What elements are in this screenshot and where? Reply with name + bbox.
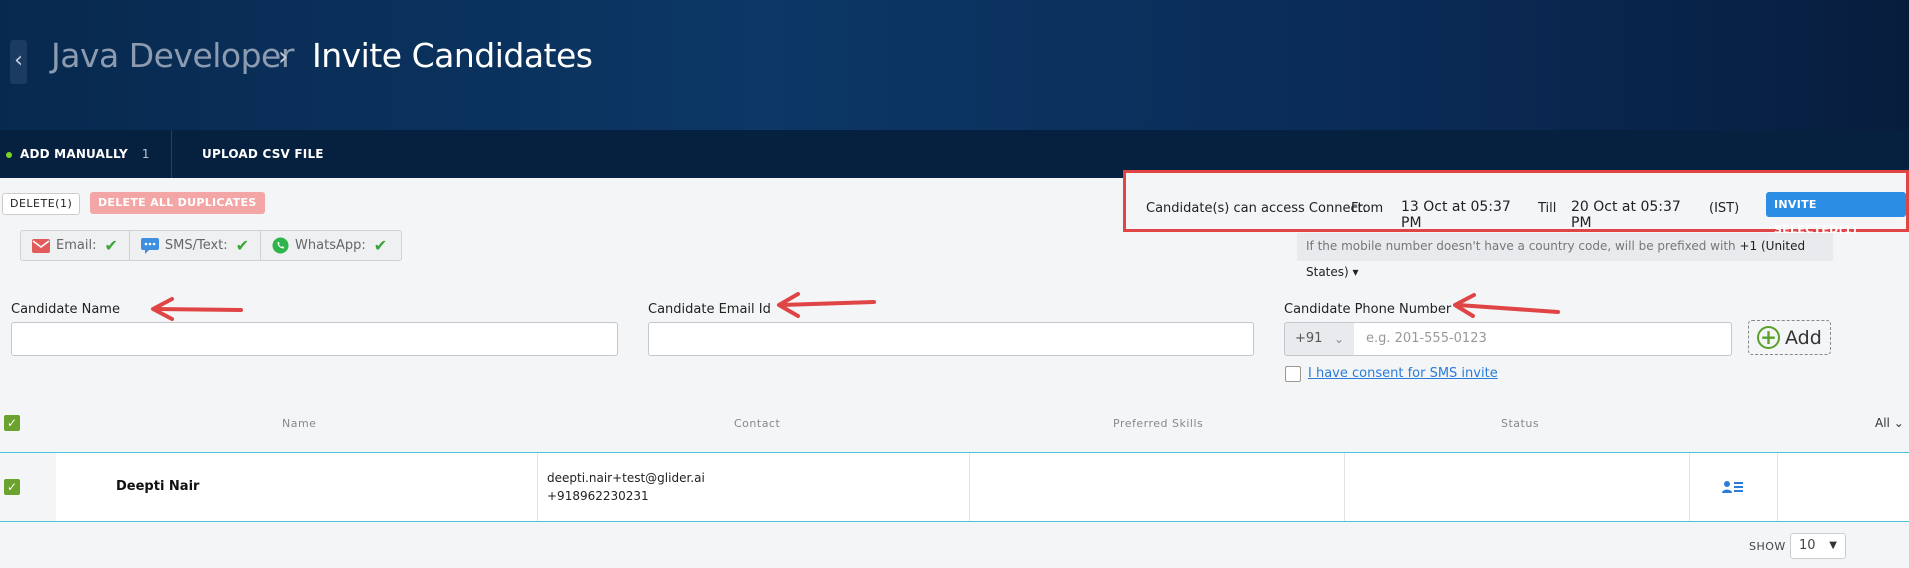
row-checkbox[interactable]: ✓	[4, 479, 20, 495]
annotation-arrow-icon	[777, 292, 876, 318]
chevron-down-icon: ⌄	[1893, 416, 1904, 430]
candidate-email-label: Candidate Email Id	[648, 302, 771, 317]
channel-whatsapp-label: WhatsApp:	[295, 238, 366, 253]
delete-all-duplicates-button[interactable]: DELETE ALL DUPLICATES	[90, 192, 265, 214]
country-code-value: +91	[1295, 331, 1323, 346]
country-code-select[interactable]: +91 ⌄	[1284, 322, 1355, 356]
country-prefix-note: If the mobile number doesn't have a coun…	[1297, 233, 1833, 279]
tab-add-manually-label: ADD MANUALLY	[20, 147, 128, 161]
candidate-phone-input[interactable]: e.g. 201-555-0123	[1354, 322, 1732, 356]
column-header-preferred-skills: Preferred Skills	[1113, 417, 1204, 430]
channel-whatsapp[interactable]: WhatsApp: ✔	[261, 231, 398, 260]
status-filter-dropdown[interactable]: All ⌄	[1875, 416, 1904, 430]
back-button[interactable]: ‹	[10, 40, 27, 84]
page-header: ‹ Java Developer › Invite Candidates	[0, 0, 1909, 130]
candidate-phone-label: Candidate Phone Number	[1284, 302, 1452, 317]
annotation-arrow-icon	[1453, 293, 1560, 318]
sms-consent-link[interactable]: I have consent for SMS invite	[1308, 366, 1498, 381]
column-divider	[969, 453, 970, 521]
access-window-panel: Candidate(s) can access Connect: From 13…	[1123, 170, 1909, 236]
column-divider	[537, 453, 538, 521]
candidate-email: deepti.nair+test@glider.ai	[547, 471, 705, 485]
table-row[interactable]: ✓ Deepti Nair deepti.nair+test@glider.ai…	[0, 452, 1909, 522]
channel-sms-label: SMS/Text:	[164, 238, 228, 253]
add-label: Add	[1785, 326, 1822, 349]
add-candidate-button[interactable]: + Add	[1748, 320, 1831, 355]
plus-icon: +	[1757, 326, 1780, 349]
sms-consent-checkbox[interactable]	[1285, 366, 1301, 382]
candidate-name: Deepti Nair	[116, 479, 200, 494]
check-icon: ✔	[373, 236, 388, 255]
tab-divider	[171, 130, 172, 178]
from-date-picker[interactable]: 13 Oct at 05:37 PM	[1401, 199, 1523, 234]
column-header-name[interactable]: Name	[282, 417, 316, 430]
breadcrumb-parent[interactable]: Java Developer	[51, 36, 294, 75]
check-icon: ✔	[235, 236, 250, 255]
page-title: Invite Candidates	[312, 36, 593, 75]
whatsapp-icon	[272, 237, 289, 254]
contact-card-icon[interactable]	[1722, 480, 1744, 494]
column-header-status: Status	[1501, 417, 1540, 430]
invite-selected-button[interactable]: INVITE SELECTED(1)	[1766, 192, 1906, 236]
candidate-name-label: Candidate Name	[11, 302, 120, 317]
channel-email[interactable]: Email: ✔	[21, 231, 130, 260]
tab-add-manually[interactable]: ADD MANUALLY 1	[6, 130, 150, 178]
annotation-arrow-icon	[151, 297, 243, 321]
country-prefix-text: If the mobile number doesn't have a coun…	[1306, 239, 1736, 253]
chevron-down-icon: ⌄	[1333, 332, 1344, 346]
column-divider	[1689, 453, 1690, 521]
till-date-picker[interactable]: 20 Oct at 05:37 PM	[1571, 199, 1695, 234]
candidate-email-input[interactable]	[648, 322, 1254, 356]
access-label: Candidate(s) can access Connect:	[1146, 201, 1368, 216]
tab-add-manually-count: 1	[141, 147, 150, 161]
status-filter-label: All	[1875, 416, 1890, 430]
breadcrumb-separator-icon: ›	[278, 42, 288, 72]
channel-toggles: Email: ✔ SMS/Text: ✔ WhatsApp: ✔	[20, 230, 402, 261]
email-icon	[32, 238, 50, 253]
tab-upload-csv[interactable]: UPLOAD CSV FILE	[202, 130, 324, 178]
timezone-label: (IST)	[1709, 201, 1740, 216]
page-size-value: 10	[1799, 538, 1816, 553]
column-divider	[1777, 453, 1778, 521]
candidate-name-input[interactable]	[11, 322, 618, 356]
column-divider	[1344, 453, 1345, 521]
channel-email-label: Email:	[56, 238, 97, 253]
caret-down-icon: ▼	[1829, 540, 1837, 551]
check-icon: ✔	[104, 236, 118, 255]
candidate-phone: +918962230231	[547, 489, 649, 503]
show-label: SHOW	[1749, 540, 1786, 553]
column-header-contact: Contact	[734, 417, 781, 430]
from-label: From	[1351, 201, 1384, 216]
till-label: Till	[1538, 201, 1557, 216]
select-all-checkbox[interactable]: ✓	[4, 415, 20, 431]
sms-icon	[140, 237, 159, 254]
delete-button[interactable]: DELETE(1)	[2, 193, 81, 215]
channel-sms[interactable]: SMS/Text: ✔	[130, 231, 262, 260]
active-dot-icon	[6, 151, 12, 158]
page-size-select[interactable]: 10 ▼	[1790, 533, 1846, 559]
